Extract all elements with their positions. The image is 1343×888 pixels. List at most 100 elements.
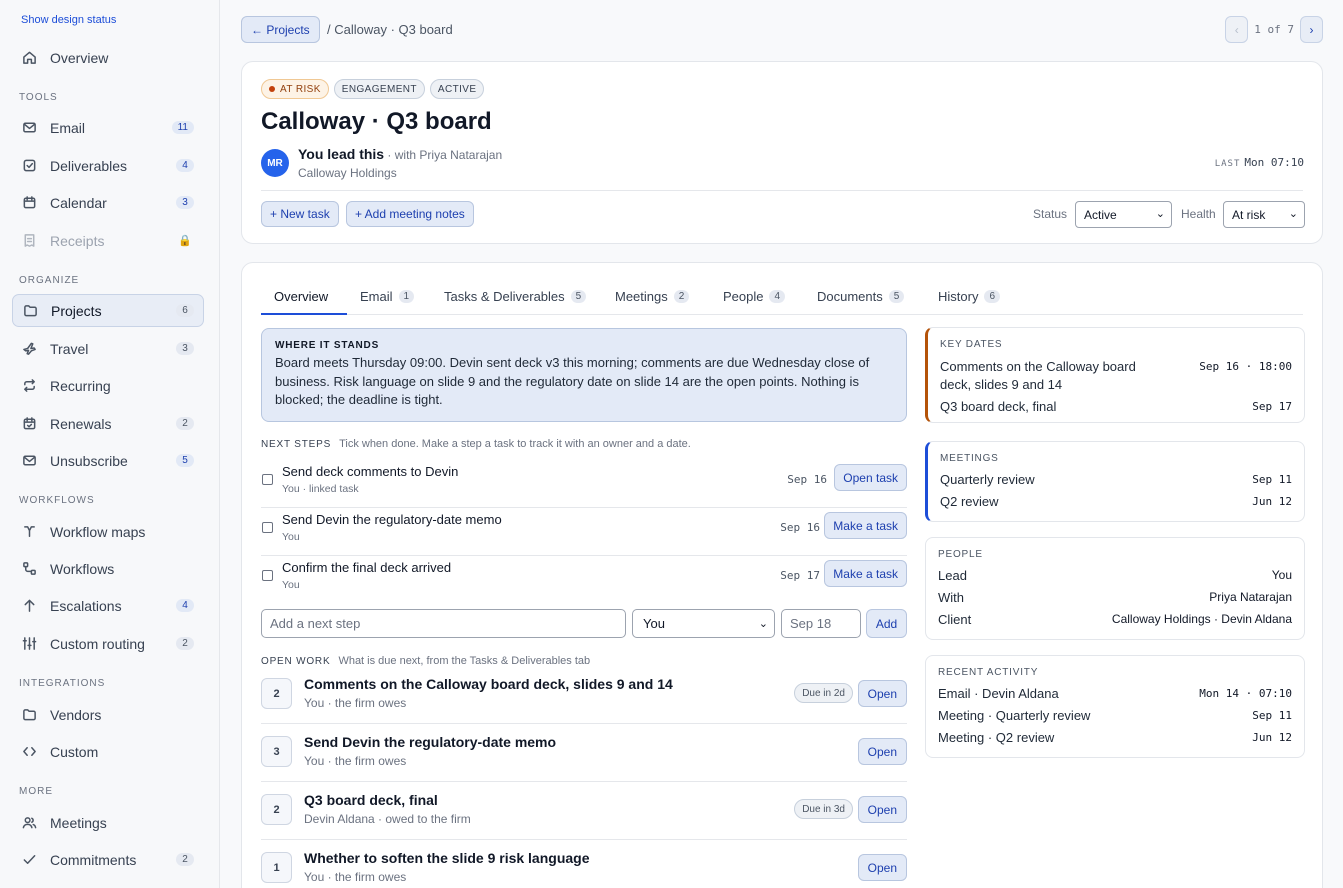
activity-label[interactable]: Meeting · Quarterly review <box>938 707 1090 725</box>
make-task-button[interactable]: Make a task <box>824 512 907 539</box>
sidebar-item-deliverables[interactable]: Deliverables 4 <box>12 149 204 182</box>
tab-overview[interactable]: Overview <box>274 289 328 304</box>
sidebar-item-custom-routing[interactable]: Custom routing 2 <box>12 627 204 660</box>
at-risk-badge: AT RISK <box>261 79 329 99</box>
meeting-label[interactable]: Q2 review <box>940 493 999 511</box>
open-button[interactable]: Open <box>857 680 907 707</box>
people-name: Calloway Holdings · Devin Aldana <box>1111 612 1292 626</box>
next-steps-heading: NEXT STEPS Tick when done. Make a step a … <box>261 438 691 450</box>
branch-icon <box>21 524 37 540</box>
status-select[interactable]: Active ⌄ <box>1075 201 1172 228</box>
mail-x-icon <box>21 453 37 469</box>
workflow-icon <box>21 561 37 577</box>
tab-count: 6 <box>984 290 1001 303</box>
health-select[interactable]: At risk ⌄ <box>1223 201 1305 228</box>
open-work-row[interactable]: 3 Send Devin the regulatory-date memo Yo… <box>261 724 907 782</box>
new-task-button[interactable]: + New task <box>261 201 339 227</box>
sidebar-item-custom[interactable]: Custom <box>12 735 204 768</box>
next-button[interactable]: › <box>1300 16 1323 43</box>
check-icon <box>21 852 37 868</box>
activity-label[interactable]: Email · Devin Aldana <box>938 685 1059 703</box>
page-title: Calloway · Q3 board <box>261 108 492 135</box>
sidebar-item-receipts[interactable]: Receipts 🔒 <box>12 224 204 257</box>
key-dates-label: KEY DATES <box>940 339 1003 350</box>
open-button[interactable]: Open <box>857 854 907 881</box>
sidebar-item-email[interactable]: Email 11 <box>12 111 204 144</box>
engagement-badge: ENGAGEMENT <box>333 79 425 99</box>
breadcrumb: / Calloway · Q3 board <box>327 22 453 37</box>
work-title: Send Devin the regulatory-date memo <box>304 734 557 750</box>
sidebar-item-commitments[interactable]: Commitments 2 <box>12 843 204 876</box>
open-button[interactable]: Open <box>857 796 907 823</box>
tab-meetings[interactable]: Meetings 2 <box>615 289 690 304</box>
show-design-status-link[interactable]: Show design status <box>21 14 116 26</box>
sidebar-item-travel[interactable]: Travel 3 <box>12 332 204 365</box>
add-meeting-notes-button[interactable]: + Add meeting notes <box>346 201 474 227</box>
sidebar-item-label: Workflow maps <box>50 523 146 540</box>
tab-email[interactable]: Email 1 <box>360 289 415 304</box>
work-subtitle: You · the firm owes <box>304 696 407 710</box>
add-next-step-input[interactable]: Add a next step <box>261 609 626 638</box>
sidebar-item-overview[interactable]: Overview <box>12 41 204 74</box>
open-task-button[interactable]: Open task <box>834 464 907 491</box>
activity-date: Mon 14 · 07:10 <box>1199 687 1292 700</box>
mail-icon <box>21 120 37 136</box>
tab-tasks-deliverables[interactable]: Tasks & Deliverables 5 <box>444 289 587 304</box>
folder-icon <box>21 707 37 723</box>
open-work-row[interactable]: 2 Comments on the Calloway board deck, s… <box>261 666 907 724</box>
open-work-row[interactable]: 1 Whether to soften the slide 9 risk lan… <box>261 840 907 888</box>
sidebar-item-escalations[interactable]: Escalations 4 <box>12 589 204 622</box>
calendar-icon <box>21 195 37 211</box>
repeat-icon <box>21 378 37 394</box>
people-role: With <box>938 590 964 605</box>
people-label: PEOPLE <box>938 549 983 560</box>
back-to-projects-button[interactable]: ← Projects <box>241 16 320 43</box>
step-subtitle: You <box>282 531 300 543</box>
step-checkbox[interactable] <box>262 474 273 485</box>
lock-icon: 🔒 <box>178 235 192 247</box>
tab-history[interactable]: History 6 <box>938 289 1001 304</box>
open-button[interactable]: Open <box>857 738 907 765</box>
previous-button[interactable]: ‹ <box>1225 16 1249 43</box>
meeting-date: Jun 12 <box>1252 495 1292 508</box>
activity-label[interactable]: Meeting · Q2 review <box>938 729 1054 747</box>
step-date: Sep 16 <box>780 521 820 534</box>
work-count: 3 <box>261 736 292 767</box>
health-label: Health <box>1181 207 1216 221</box>
step-checkbox[interactable] <box>262 522 273 533</box>
meetings-card: MEETINGS Quarterly review Sep 11 Q2 revi… <box>925 441 1305 522</box>
open-work-row[interactable]: 2 Q3 board deck, final Devin Aldana · ow… <box>261 782 907 840</box>
work-title: Whether to soften the slide 9 risk langu… <box>304 850 590 866</box>
section-label-more: MORE <box>19 786 53 797</box>
tab-label: Tasks & Deliverables <box>444 289 565 304</box>
sidebar-item-count: 3 <box>176 196 194 209</box>
sidebar-item-recurring[interactable]: Recurring <box>12 369 204 402</box>
sidebar-item-label: Projects <box>51 302 102 319</box>
step-date-input[interactable]: Sep 18 <box>781 609 861 638</box>
people-icon <box>21 815 37 831</box>
next-step-row: Send Devin the regulatory-date memo You … <box>261 508 907 556</box>
tab-people[interactable]: People 4 <box>723 289 786 304</box>
step-subtitle: You <box>282 579 300 591</box>
sidebar-item-projects[interactable]: Projects 6 <box>12 294 204 327</box>
meeting-label[interactable]: Quarterly review <box>940 471 1035 489</box>
sidebar-item-renewals[interactable]: Renewals 2 <box>12 407 204 440</box>
project-header-card: AT RISK ENGAGEMENT ACTIVE Calloway · Q3 … <box>241 61 1323 244</box>
sidebar-item-label: Meetings <box>50 814 107 831</box>
tab-documents[interactable]: Documents 5 <box>817 289 905 304</box>
sidebar-item-meetings[interactable]: Meetings <box>12 806 204 839</box>
step-checkbox[interactable] <box>262 570 273 581</box>
add-step-button[interactable]: Add <box>866 609 907 638</box>
sidebar-item-unsubscribe[interactable]: Unsubscribe 5 <box>12 444 204 477</box>
sidebar-item-workflow-maps[interactable]: Workflow maps <box>12 515 204 548</box>
sidebar-item-workflows[interactable]: Workflows <box>12 552 204 585</box>
sidebar-item-count: 2 <box>176 637 194 650</box>
make-task-button[interactable]: Make a task <box>824 560 907 587</box>
sidebar-item-calendar[interactable]: Calendar 3 <box>12 186 204 219</box>
owner-select[interactable]: You ⌄ <box>632 609 775 638</box>
section-label-organize: ORGANIZE <box>19 275 80 286</box>
tab-count: 1 <box>398 290 415 303</box>
recent-activity-label: RECENT ACTIVITY <box>938 667 1039 678</box>
chevron-down-icon: ⌄ <box>1288 208 1298 220</box>
sidebar-item-vendors[interactable]: Vendors <box>12 698 204 731</box>
